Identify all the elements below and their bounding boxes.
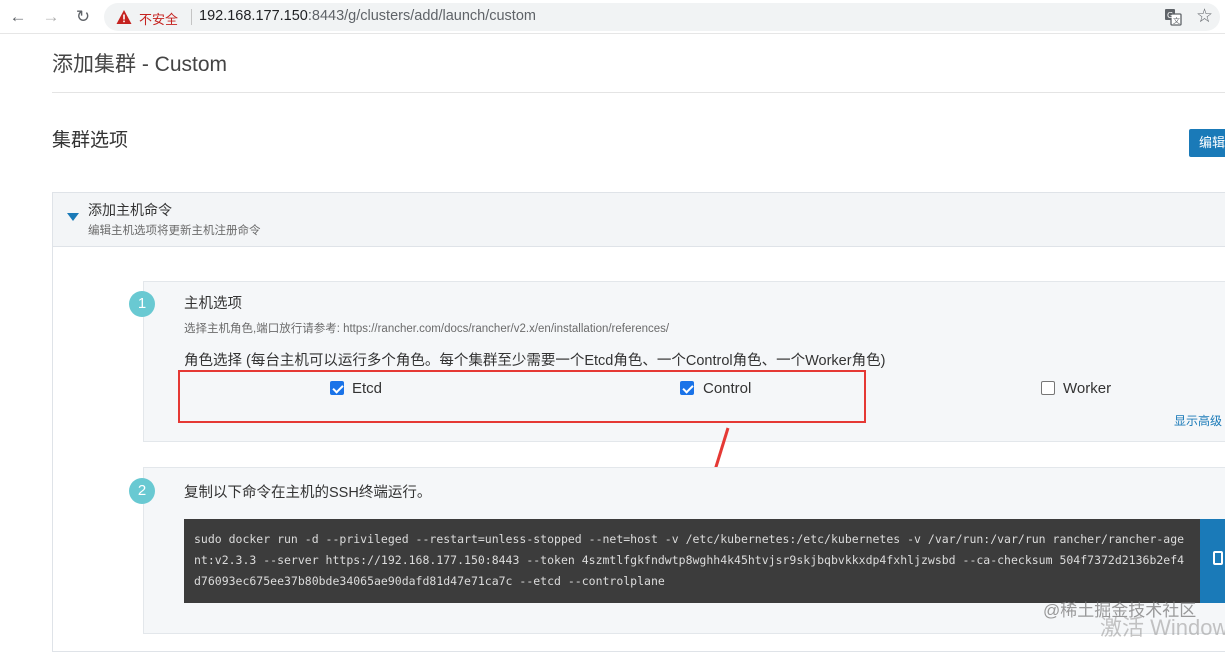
title-divider	[52, 92, 1225, 93]
role-selection-title: 角色选择 (每台主机可以运行多个角色。每个集群至少需要一个Etcd角色、一个Co…	[184, 353, 886, 369]
url-host: 192.168.177.150	[199, 8, 308, 24]
back-arrow-icon[interactable]: ←	[7, 6, 29, 28]
address-bar[interactable]: 不安全 192.168.177.150:8443/g/clusters/add/…	[104, 3, 1220, 31]
worker-label[interactable]: Worker	[1063, 380, 1111, 397]
forward-arrow-icon[interactable]: →	[40, 6, 62, 28]
accordion-subtitle: 编辑主机选项将更新主机注册命令	[88, 225, 261, 237]
warning-icon	[116, 10, 132, 24]
svg-text:文: 文	[1173, 16, 1180, 25]
activate-windows-overlay: 激活 Window	[1100, 615, 1225, 640]
browser-toolbar: ← → ↻ 不安全 192.168.177.150:8443/g/cluster…	[0, 0, 1225, 34]
copy-icon[interactable]	[1213, 551, 1223, 565]
edit-button[interactable]: 编辑	[1189, 129, 1225, 157]
roles-highlight-box	[178, 370, 866, 423]
page-title: 添加集群 - Custom	[52, 53, 228, 76]
step-number-2: 2	[129, 478, 155, 504]
security-status[interactable]: 不安全	[139, 9, 178, 28]
url-text[interactable]: 192.168.177.150:8443/g/clusters/add/laun…	[199, 8, 536, 24]
show-advanced-link[interactable]: 显示高级	[1174, 412, 1222, 429]
url-path: :8443/g/clusters/add/launch/custom	[307, 8, 536, 24]
worker-checkbox[interactable]	[1041, 381, 1055, 395]
accordion-title: 添加主机命令	[88, 202, 172, 218]
accordion-header[interactable]: 添加主机命令 编辑主机选项将更新主机注册命令	[53, 193, 1225, 247]
caret-down-icon[interactable]	[67, 213, 79, 221]
step-number-1: 1	[129, 291, 155, 317]
bookmark-star-icon[interactable]: ☆	[1196, 5, 1213, 28]
copy-command-title: 复制以下命令在主机的SSH终端运行。	[184, 485, 432, 501]
translate-icon[interactable]: G 文	[1164, 8, 1182, 26]
host-options-description: 选择主机角色,端口放行请参考: https://rancher.com/docs…	[184, 323, 670, 335]
section-title: 集群选项	[52, 130, 129, 151]
reload-icon[interactable]: ↻	[72, 6, 94, 28]
omnibox-divider	[191, 9, 192, 25]
host-options-title: 主机选项	[184, 296, 242, 312]
registration-command[interactable]: sudo docker run -d --privileged --restar…	[184, 519, 1200, 603]
